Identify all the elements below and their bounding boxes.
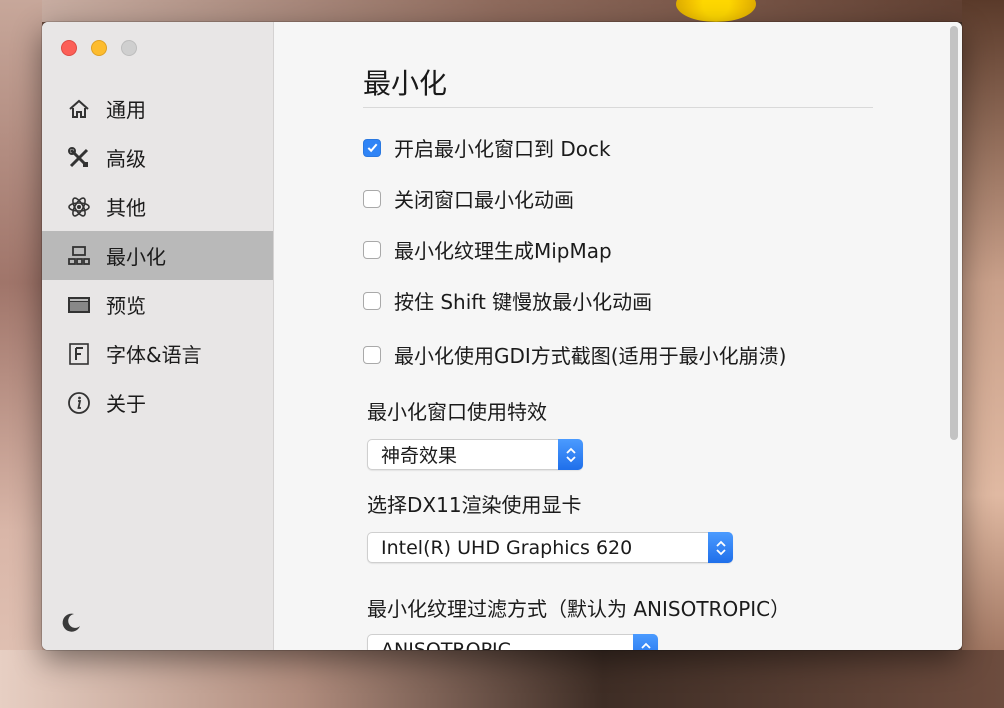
settings-pane: 最小化 开启最小化窗口到 Dock 关闭窗口最小化动画 最小化纹理生成MipMa… — [274, 22, 962, 650]
minimize-window-button[interactable] — [91, 40, 107, 56]
filter-select-value: ANISOTROPIC — [381, 638, 511, 651]
checkbox-row-mipmap[interactable]: 最小化纹理生成MipMap — [363, 235, 612, 264]
sidebar-item-label: 关于 — [106, 392, 146, 416]
home-icon — [66, 96, 92, 122]
checkbox-label: 按住 Shift 键慢放最小化动画 — [394, 290, 653, 314]
title-divider — [363, 107, 873, 108]
sidebar-item-about[interactable]: 关于 — [42, 378, 273, 427]
effect-label: 最小化窗口使用特效 — [367, 400, 547, 424]
gpu-label: 选择DX11渲染使用显卡 — [367, 493, 582, 517]
tools-icon — [66, 145, 92, 171]
close-window-button[interactable] — [61, 40, 77, 56]
preview-icon — [66, 292, 92, 318]
sidebar-item-label: 通用 — [106, 98, 146, 122]
chevron-updown-icon[interactable] — [558, 439, 583, 470]
checkbox-label: 最小化纹理生成MipMap — [394, 239, 612, 263]
sidebar-item-label: 预览 — [106, 294, 146, 318]
moon-icon[interactable] — [59, 611, 83, 635]
preferences-window: 通用 高级 其他 最小化 预览 字体&语言 关于 最小化 开启最小化窗口到 Do… — [42, 22, 962, 650]
desktop-wallpaper-top — [0, 0, 1004, 22]
sidebar: 通用 高级 其他 最小化 预览 字体&语言 关于 — [42, 22, 274, 650]
checkbox-mipmap[interactable] — [363, 240, 381, 259]
checkbox-label: 开启最小化窗口到 Dock — [394, 137, 611, 161]
sidebar-nav: 通用 高级 其他 最小化 预览 字体&语言 关于 — [42, 84, 273, 427]
sidebar-item-preview[interactable]: 预览 — [42, 280, 273, 329]
sidebar-item-label: 字体&语言 — [106, 343, 202, 367]
sidebar-item-advanced[interactable]: 高级 — [42, 133, 273, 182]
sidebar-item-font-language[interactable]: 字体&语言 — [42, 329, 273, 378]
effect-select[interactable]: 神奇效果 — [367, 439, 583, 470]
filter-label: 最小化纹理过滤方式（默认为 ANISOTROPIC） — [367, 597, 791, 621]
checkbox-row-dock[interactable]: 开启最小化窗口到 Dock — [363, 133, 611, 162]
chevron-updown-icon[interactable] — [708, 532, 733, 563]
checkbox-shift-slow[interactable] — [363, 291, 381, 310]
checkbox-row-shift-slow[interactable]: 按住 Shift 键慢放最小化动画 — [363, 286, 652, 315]
sidebar-item-minimize[interactable]: 最小化 — [42, 231, 273, 280]
sidebar-item-label: 其他 — [106, 196, 146, 220]
desktop-wallpaper-right — [962, 0, 1004, 708]
checkbox-gdi[interactable] — [363, 345, 381, 364]
checkbox-label: 最小化使用GDI方式截图(适用于最小化崩溃) — [394, 344, 787, 368]
desktop-wallpaper-left — [0, 0, 42, 708]
zoom-window-button[interactable] — [121, 40, 137, 56]
sidebar-item-label: 最小化 — [106, 245, 166, 269]
atom-icon — [66, 194, 92, 220]
gpu-select-value: Intel(R) UHD Graphics 620 — [381, 536, 633, 559]
checkbox-row-disable-animation[interactable]: 关闭窗口最小化动画 — [363, 184, 574, 213]
sidebar-item-label: 高级 — [106, 147, 146, 171]
checkmark-icon — [367, 143, 377, 153]
chevron-updown-icon[interactable] — [633, 634, 658, 650]
checkbox-label: 关闭窗口最小化动画 — [394, 188, 574, 212]
effect-select-value: 神奇效果 — [381, 445, 458, 467]
gpu-select[interactable]: Intel(R) UHD Graphics 620 — [367, 532, 733, 563]
vertical-scrollbar[interactable] — [950, 26, 958, 440]
filter-select[interactable]: ANISOTROPIC — [367, 634, 658, 650]
checkbox-disable-animation[interactable] — [363, 189, 381, 208]
sidebar-item-general[interactable]: 通用 — [42, 84, 273, 133]
checkbox-row-gdi[interactable]: 最小化使用GDI方式截图(适用于最小化崩溃) — [363, 340, 786, 369]
minimize-icon — [66, 243, 92, 269]
info-icon — [66, 390, 92, 416]
font-icon — [66, 341, 92, 367]
checkbox-dock[interactable] — [363, 138, 381, 157]
desktop-wallpaper-bottom — [0, 650, 1004, 708]
sidebar-item-other[interactable]: 其他 — [42, 182, 273, 231]
page-title: 最小化 — [363, 67, 448, 100]
